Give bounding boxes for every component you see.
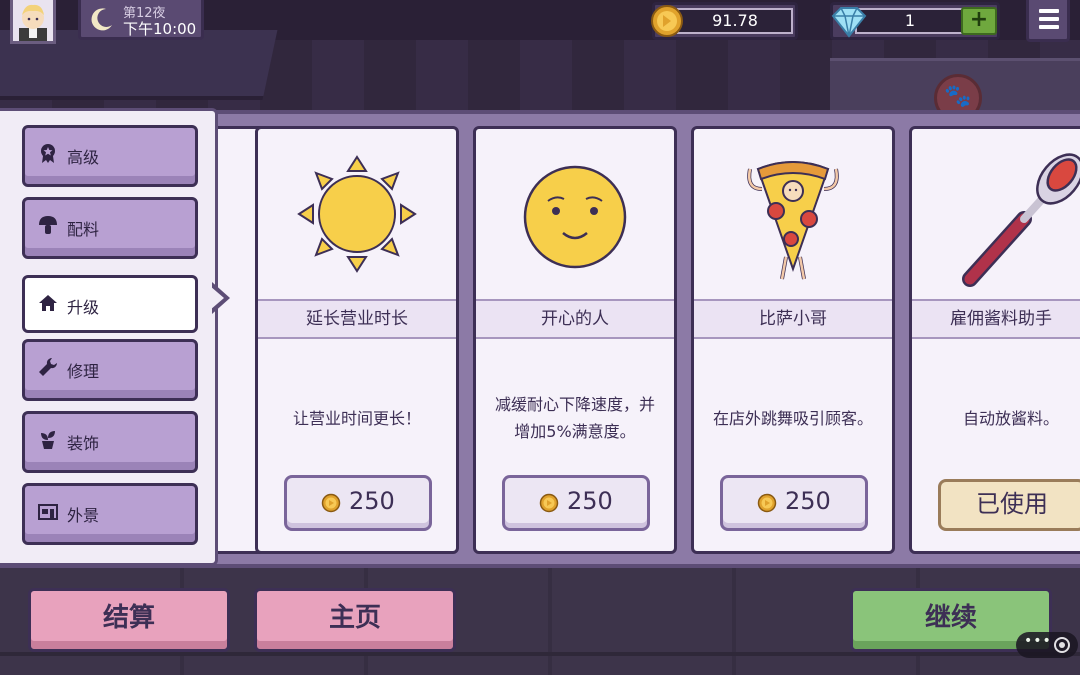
sun-icon (297, 155, 417, 273)
tab-toppings[interactable]: 配料 (22, 197, 198, 259)
home-button[interactable]: 主页 (254, 588, 456, 652)
diamond-icon (831, 7, 867, 38)
player-avatar[interactable] (10, 0, 56, 44)
tab-label: 配料 (67, 220, 100, 239)
storefront-icon (38, 504, 58, 520)
upgrade-card[interactable]: 延长营业时长 让营业时间更长！ 250 (255, 126, 459, 554)
buy-button[interactable]: 250 (284, 475, 432, 531)
coin-balance: 91.78 (651, 2, 798, 40)
card-title: 雇佣酱料助手 (912, 299, 1080, 339)
menu-line (1039, 9, 1059, 13)
tab-exterior[interactable]: 外景 (22, 483, 198, 545)
upgrade-card[interactable]: 比萨小哥 在店外跳舞吸引顾客。 250 (691, 126, 895, 554)
owned-badge: 已使用 (938, 479, 1080, 531)
card-description: 让营业时间更长！ (292, 408, 421, 428)
category-sidebar: 高级 配料 升级 修理 装饰 外景 (0, 108, 218, 566)
upgrade-card[interactable]: 开心的人 减缓耐心下降速度，并增加5%满意度。 250 (473, 126, 677, 554)
gem-amount: 1 (855, 8, 965, 34)
tab-label: 高级 (67, 148, 100, 167)
buy-gems-button[interactable]: + (961, 7, 997, 35)
tab-upgrades[interactable]: 升级 (22, 275, 198, 333)
smiley-icon (523, 165, 627, 269)
coin-icon (757, 493, 777, 513)
upgrade-card[interactable]: 雇佣酱料助手 自动放酱料。 已使用 (909, 126, 1080, 554)
coin-icon (321, 493, 341, 513)
menu-line (1039, 17, 1059, 21)
coin-icon (651, 5, 683, 37)
buy-button[interactable]: 250 (502, 475, 650, 531)
tab-label: 装饰 (67, 434, 100, 453)
tab-label: 修理 (67, 362, 100, 381)
card-description: 在店外跳舞吸引顾客。 (712, 408, 873, 428)
price-label: 250 (567, 487, 613, 515)
coin-icon (539, 493, 559, 513)
active-tab-pointer-fill (210, 286, 224, 310)
plant-icon (41, 431, 55, 449)
home-icon (39, 295, 57, 311)
tab-label: 升级 (67, 298, 100, 317)
card-title: 比萨小哥 (694, 299, 892, 339)
card-description: 自动放酱料。 (962, 408, 1059, 428)
checkout-button[interactable]: 结算 (28, 588, 230, 652)
background-floor-line (0, 652, 1080, 656)
menu-line (1039, 25, 1059, 29)
night-time-panel: 第12夜 下午10:00 (78, 0, 204, 40)
moon-icon (91, 8, 112, 31)
hamburger-menu-button[interactable] (1026, 0, 1070, 42)
price-label: 250 (785, 487, 831, 515)
tab-repair[interactable]: 修理 (22, 339, 198, 401)
price-label: 250 (349, 487, 395, 515)
tab-premium[interactable]: 高级 (22, 125, 198, 187)
tab-label: 外景 (67, 506, 100, 525)
wrench-icon (39, 357, 58, 376)
close-target-icon[interactable] (1054, 637, 1070, 653)
award-icon (41, 144, 55, 163)
game-clock: 下午10:00 (123, 20, 197, 38)
miniprogram-capsule[interactable]: ••• (1016, 632, 1078, 658)
mushroom-icon (39, 216, 57, 234)
card-title: 开心的人 (476, 299, 674, 339)
card-title: 延长营业时长 (258, 299, 456, 339)
coin-amount: 91.78 (677, 8, 793, 34)
more-icon[interactable]: ••• (1024, 633, 1052, 649)
card-description: 减缓耐心下降速度，并增加5%满意度。 (494, 395, 655, 441)
gem-balance: 1 + (830, 2, 1000, 40)
sauce-spoon-icon (962, 153, 1080, 287)
buy-button[interactable]: 250 (720, 475, 868, 531)
tab-decoration[interactable]: 装饰 (22, 411, 198, 473)
pizza-mascot-icon (747, 161, 839, 280)
avatar-icon (19, 4, 47, 41)
